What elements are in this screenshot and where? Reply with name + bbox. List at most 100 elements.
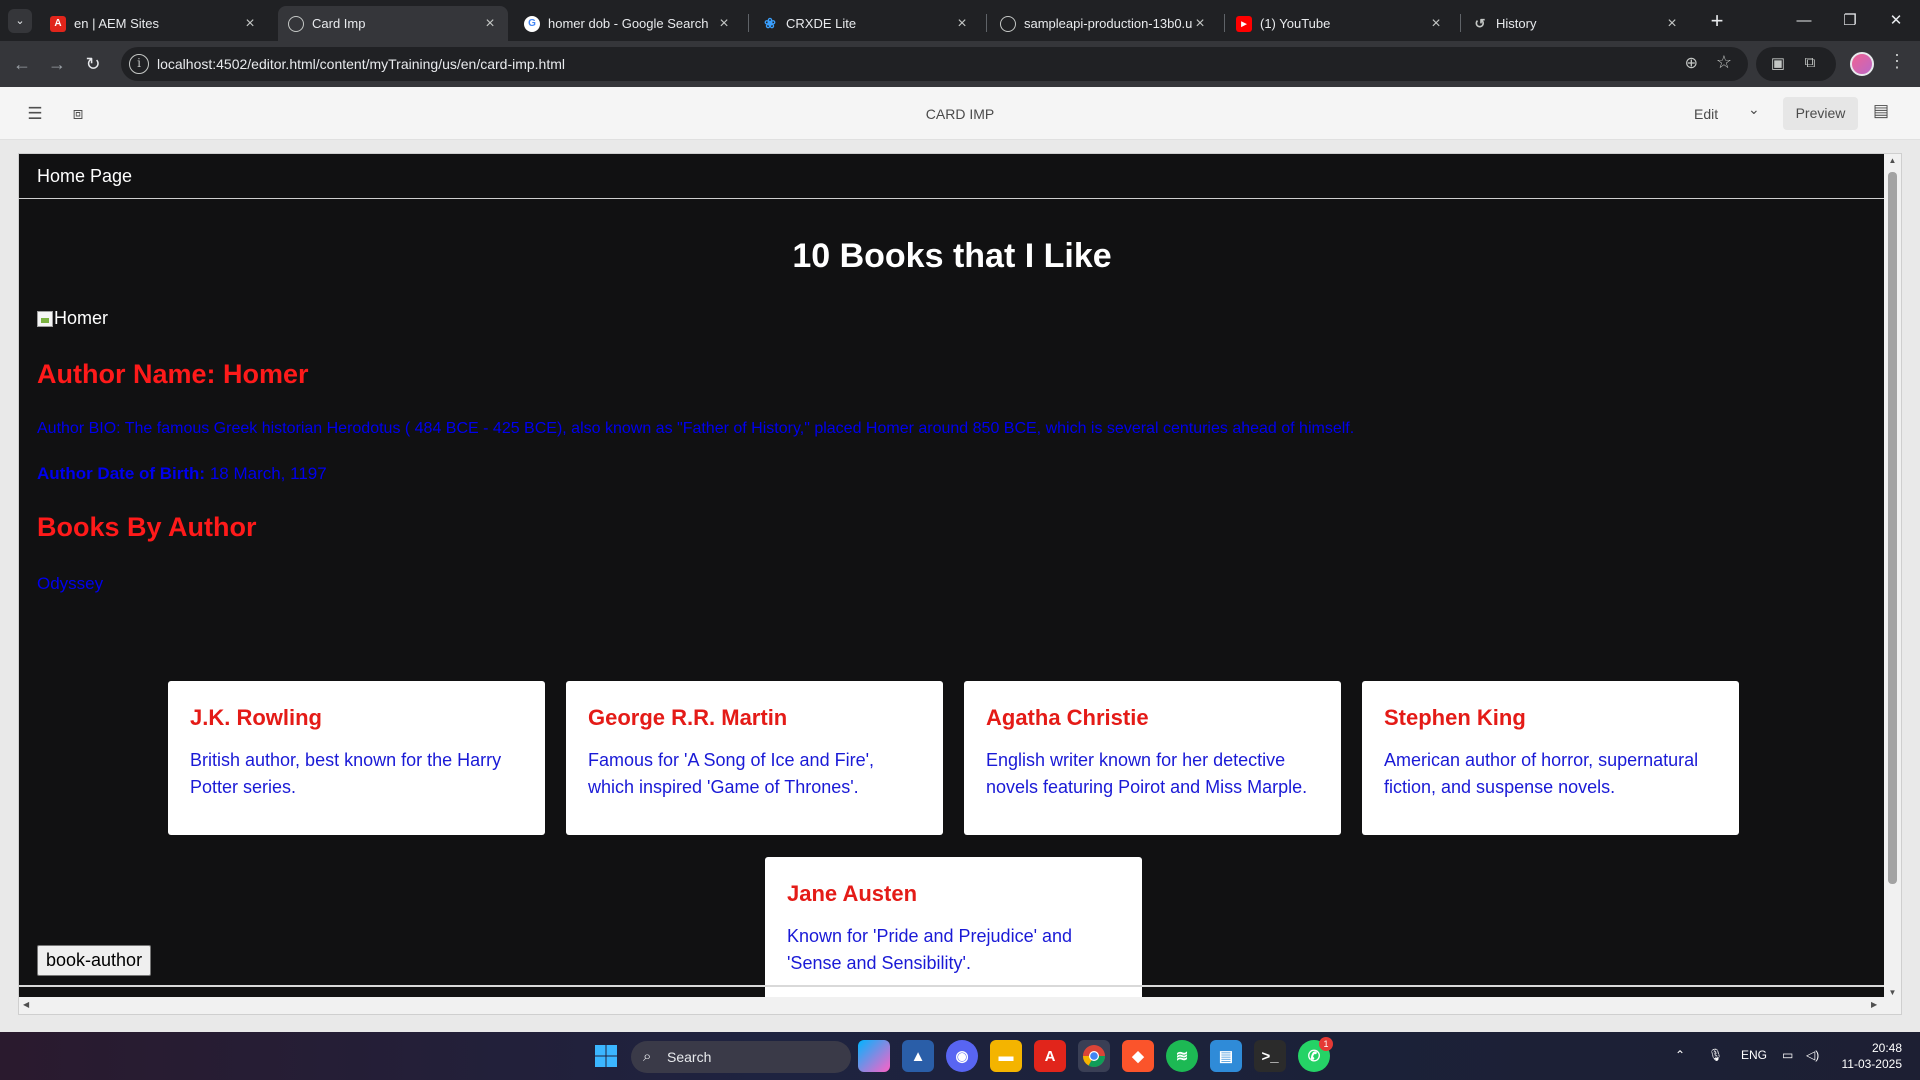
card-description: Famous for 'A Song of Ice and Fire', whi… [588,750,875,797]
annotations-icon[interactable]: ▤ [1873,101,1889,121]
address-bar[interactable]: i localhost:4502/editor.html/content/myT… [121,47,1748,81]
close-icon[interactable]: × [482,15,498,33]
tab-title: homer dob - Google Search [548,16,709,31]
tab-history[interactable]: ↺ History × [1462,6,1690,41]
history-icon: ↺ [1474,15,1486,31]
photos-icon[interactable]: ▲ [902,1040,934,1072]
minimize-button[interactable]: — [1781,0,1827,41]
bookmark-star-icon[interactable]: ☆ [1716,52,1732,73]
browser-tab-strip: ⌄ A en | AEM Sites × Card Imp × G homer … [0,0,1920,41]
profile-avatar[interactable] [1850,52,1874,76]
tab-youtube[interactable]: ▶ (1) YouTube × [1226,6,1454,41]
author-image-alt: Homer [54,308,109,328]
card-title: George R.R. Martin [588,705,788,730]
tab-crxde-lite[interactable]: ❀ CRXDE Lite × [752,6,980,41]
tab-card-imp[interactable]: Card Imp × [278,6,508,41]
scroll-up-icon[interactable]: ▲ [1884,156,1901,165]
tab-title: History [1496,16,1537,31]
notepad-icon[interactable]: ▤ [1210,1040,1242,1072]
author-card[interactable]: Jane Austen Known for 'Pride and Prejudi… [765,857,1142,1011]
spotify-icon[interactable]: ≋ [1166,1040,1198,1072]
author-bio: Author BIO: The famous Greek historian H… [37,420,1355,437]
page-heading: 10 Books that I Like [792,237,1112,275]
notification-badge: 1 [1319,1037,1333,1051]
site-info-icon[interactable]: i [129,54,149,74]
forward-button[interactable]: → [43,50,71,78]
taskbar-search-label: Search [667,1049,712,1065]
brave-icon[interactable]: ◆ [1122,1040,1154,1072]
scroll-down-icon[interactable]: ▼ [1884,988,1901,997]
file-explorer-icon[interactable]: ▬ [990,1040,1022,1072]
scroll-right-icon[interactable]: ▶ [1871,1000,1877,1009]
author-card[interactable]: J.K. Rowling British author, best known … [168,681,545,835]
extension-icon[interactable]: ▣ [1768,54,1788,74]
close-icon[interactable]: × [1664,15,1680,33]
card-title: Stephen King [1384,705,1526,730]
scroll-left-icon[interactable]: ◀ [23,1000,29,1009]
globe-icon [1000,15,1016,32]
google-icon: G [524,15,540,32]
close-icon[interactable]: × [242,15,258,33]
tab-title: en | AEM Sites [74,16,160,31]
close-icon[interactable]: × [716,15,732,33]
home-page-link[interactable]: Home Page [37,166,132,187]
page-title: CARD IMP [925,106,995,122]
card-description: British author, best known for the Harry… [190,750,502,797]
close-icon[interactable]: × [1428,15,1444,33]
horizontal-scrollbar[interactable]: ◀ ▶ [19,997,1901,1014]
zoom-icon[interactable]: ⊕ [1685,53,1698,73]
mode-selector[interactable]: Edit [1694,106,1718,122]
close-window-button[interactable]: ✕ [1873,0,1919,41]
tab-separator [1224,14,1225,32]
card-description: Known for 'Pride and Prejudice' and 'Sen… [787,926,1073,973]
whatsapp-icon[interactable]: ✆ 1 [1298,1037,1333,1072]
microphone-icon[interactable]: 🎙 [1708,1048,1723,1062]
author-card[interactable]: Agatha Christie English writer known for… [964,681,1341,835]
tab-title: CRXDE Lite [786,16,857,31]
terminal-icon[interactable]: >_ [1254,1040,1286,1072]
book-link-odyssey[interactable]: Odyssey [37,574,103,594]
card-title: Jane Austen [787,881,918,906]
adobe-app-icon[interactable]: A [1034,1040,1066,1072]
clock-date: 11-03-2025 [1841,1057,1903,1071]
back-button[interactable]: ← [8,50,36,78]
close-icon[interactable]: × [1192,15,1208,33]
restore-button[interactable]: ❐ [1827,0,1873,41]
menu-icon[interactable]: ⋮ [1888,51,1906,72]
tab-search-icon[interactable]: ⌄ [8,9,32,33]
url-text[interactable]: localhost:4502/editor.html/content/myTra… [157,56,565,72]
windows-start-icon[interactable] [590,1040,622,1072]
scrollbar-thumb[interactable] [1888,172,1897,884]
divider [19,198,1885,199]
taskbar-search[interactable]: ⌕ Search [631,1041,851,1073]
reload-button[interactable]: ↻ [79,50,107,78]
tab-sampleapi[interactable]: sampleapi-production-13b0.up × [990,6,1218,41]
globe-icon [288,15,304,32]
clock[interactable]: 20:48 11-03-2025 [1836,1040,1903,1072]
author-card[interactable]: George R.R. Martin Famous for 'A Song of… [566,681,943,835]
tray-chevron-up-icon[interactable]: ⌃ [1675,1048,1685,1062]
author-dob-label: Author Date of Birth: [37,464,206,483]
chrome-icon[interactable] [1078,1040,1110,1072]
author-name-heading: Author Name: Homer [37,359,309,389]
book-author-button[interactable]: book-author [37,945,152,976]
vertical-scrollbar[interactable]: ▲ ▼ [1884,154,1901,999]
author-dob-value: 18 March, 1197 [205,464,327,483]
tab-google-search[interactable]: G homer dob - Google Search × [514,6,742,41]
tab-aem-sites[interactable]: A en | AEM Sites × [40,6,268,41]
copilot-icon[interactable] [858,1040,890,1072]
tab-separator [1460,14,1461,32]
preview-button[interactable]: Preview [1783,97,1858,130]
puzzle-icon[interactable]: ⧉ [1800,54,1820,74]
language-indicator[interactable]: ENG [1741,1048,1767,1062]
books-heading: Books By Author [37,512,257,542]
page-content: Home Page 10 Books that I Like Homer Aut… [19,154,1885,1011]
network-icon[interactable]: ▭ [1782,1048,1793,1062]
close-icon[interactable]: × [954,15,970,33]
discord-icon[interactable]: ◉ [946,1040,978,1072]
author-card[interactable]: Stephen King American author of horror, … [1362,681,1739,835]
new-tab-button[interactable]: + [1703,8,1731,36]
volume-icon[interactable]: ◁) [1806,1048,1819,1062]
clock-time: 20:48 [1871,1041,1902,1055]
chevron-down-icon[interactable]: ⌄ [1748,101,1760,118]
